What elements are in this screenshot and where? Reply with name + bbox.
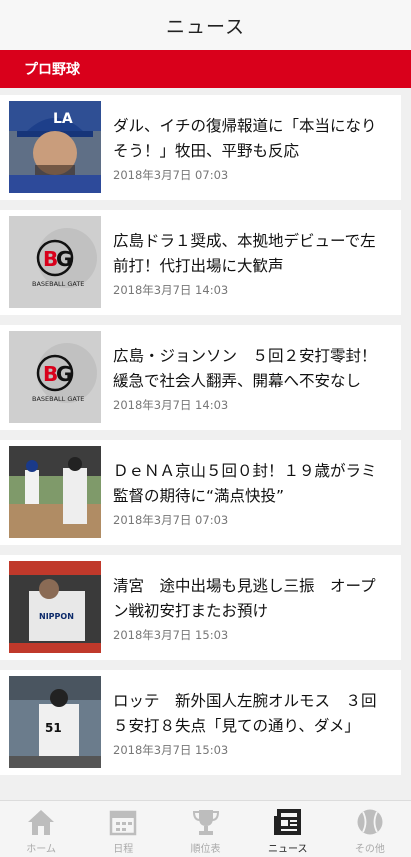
article-date: 2018年3月7日 07:03 [113,513,229,527]
app-header: ニュース [0,0,411,50]
tab-label: その他 [354,844,385,855]
tab-home[interactable]: ホーム [0,801,82,857]
article-date: 2018年3月7日 15:03 [113,628,229,642]
tab-label: ニュース [267,844,308,855]
news-item[interactable]: B G BASEBALL GATE 広島ドラ１奨成、本拠地デビューで左前打！代打… [0,210,401,315]
calendar-icon [107,807,139,837]
bottom-tab-bar: ホーム 日程 順位表 ニュース その他 [0,800,411,857]
section-header: プロ野球 [0,50,411,88]
page-title: ニュース [165,15,246,38]
article-thumbnail: 51 [9,676,101,768]
svg-text:BASEBALL GATE: BASEBALL GATE [32,280,84,288]
trophy-icon [190,807,222,837]
tab-label: 順位表 [190,844,221,855]
tab-other[interactable]: その他 [329,801,411,857]
svg-text:NIPPON: NIPPON [39,612,74,621]
svg-text:LA: LA [53,111,73,127]
article-headline: ロッテ 新外国人左腕オルモス ３回５安打８失点「見ての通り、ダメ」 [113,692,377,735]
baseball-icon [354,807,386,837]
news-item[interactable]: NIPPON 清宮 途中出場も見逃し三振 オープン戦初安打またお預け 2018年… [0,555,401,660]
article-headline: 広島・ジョンソン ５回２安打零封！緩急で社会人翻弄、開幕へ不安なし [113,347,377,390]
article-date: 2018年3月7日 14:03 [113,398,229,412]
svg-text:51: 51 [45,721,62,735]
news-item[interactable]: ＤｅＮＡ京山５回０封！１９歳がラミ監督の期待に“満点快投” 2018年3月7日 … [0,440,401,545]
article-thumbnail [9,446,101,538]
article-thumbnail: LA [9,101,101,193]
article-headline: 清宮 途中出場も見逃し三振 オープン戦初安打またお預け [113,577,376,620]
news-list[interactable]: LA ダル、イチの復帰報道に「本当になりそう！」牧田、平野も反応 2018年3月… [0,88,411,800]
article-date: 2018年3月7日 14:03 [113,283,229,297]
tab-label: 日程 [113,844,134,855]
news-icon [272,807,304,837]
news-item[interactable]: 51 ロッテ 新外国人左腕オルモス ３回５安打８失点「見ての通り、ダメ」 201… [0,670,401,775]
tab-schedule[interactable]: 日程 [82,801,164,857]
article-thumbnail: B G BASEBALL GATE [9,216,101,308]
tab-standings[interactable]: 順位表 [164,801,246,857]
article-headline: ダル、イチの復帰報道に「本当になりそう！」牧田、平野も反応 [113,117,377,160]
svg-text:G: G [56,362,72,386]
svg-text:G: G [56,247,72,271]
home-icon [25,807,57,837]
article-date: 2018年3月7日 15:03 [113,743,229,757]
news-item[interactable]: B G BASEBALL GATE 広島・ジョンソン ５回２安打零封！緩急で社会… [0,325,401,430]
section-label: プロ野球 [24,62,80,78]
article-thumbnail: NIPPON [9,561,101,653]
tab-news[interactable]: ニュース [247,801,329,857]
article-thumbnail: B G BASEBALL GATE [9,331,101,423]
news-item[interactable]: LA ダル、イチの復帰報道に「本当になりそう！」牧田、平野も反応 2018年3月… [0,95,401,200]
article-date: 2018年3月7日 07:03 [113,168,229,182]
svg-text:BASEBALL GATE: BASEBALL GATE [32,395,84,403]
article-headline: 広島ドラ１奨成、本拠地デビューで左前打！代打出場に大歓声 [113,232,376,275]
article-headline: ＤｅＮＡ京山５回０封！１９歳がラミ監督の期待に“満点快投” [113,462,377,505]
tab-label: ホーム [26,844,56,855]
